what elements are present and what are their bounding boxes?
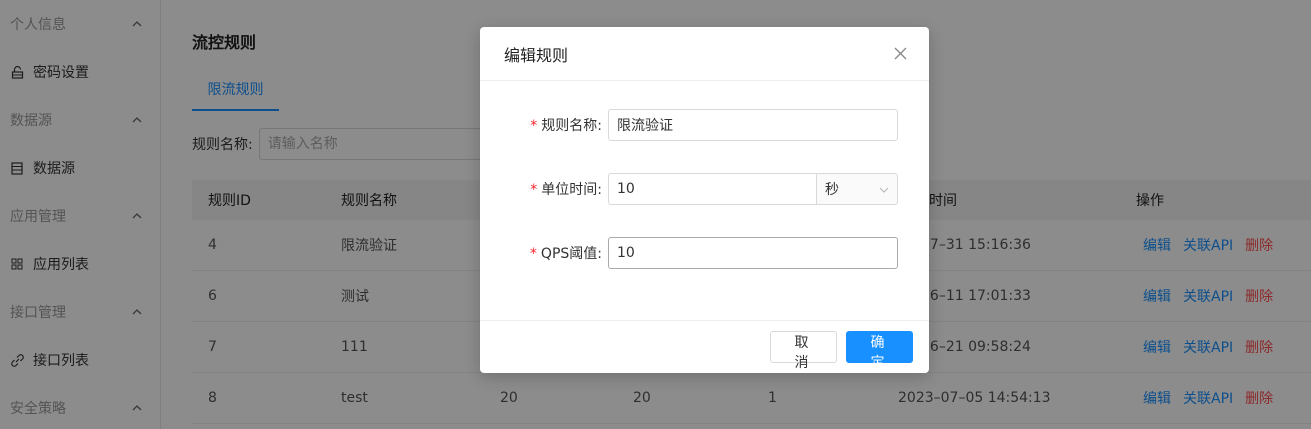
required-mark: * bbox=[530, 118, 538, 134]
rule-name-label-text: 规则名称: bbox=[541, 118, 602, 134]
required-mark: * bbox=[529, 246, 537, 262]
close-icon[interactable] bbox=[893, 47, 907, 61]
edit-rule-dialog: 编辑规则 *规则名称: *单位时间: 秒 *QPS阈值: 取 消 确 定 bbox=[480, 27, 929, 373]
dialog-header: 编辑规则 bbox=[480, 27, 929, 81]
dialog-footer: 取 消 确 定 bbox=[480, 320, 929, 373]
rule-name-field[interactable] bbox=[608, 109, 898, 141]
form-row-qps: * QPS阈值: bbox=[480, 237, 929, 269]
qps-label-text: QPS阈值: bbox=[540, 246, 602, 262]
unit-time-label-text: 单位时间: bbox=[541, 182, 602, 198]
time-unit-value: 秒 bbox=[825, 182, 839, 198]
dialog-title: 编辑规则 bbox=[504, 45, 569, 65]
unit-time-group: 秒 bbox=[608, 173, 898, 205]
chevron-down-icon bbox=[879, 181, 889, 197]
qps-threshold-field[interactable] bbox=[608, 237, 898, 269]
unit-time-label: * 单位时间: bbox=[480, 179, 608, 199]
form-row-unit-time: *单位时间: 秒 bbox=[480, 173, 929, 205]
time-unit-select[interactable]: 秒 bbox=[816, 173, 898, 205]
rule-name-label: * 规则名称: bbox=[480, 115, 608, 135]
unit-time-field[interactable] bbox=[608, 173, 816, 205]
required-mark: * bbox=[530, 182, 538, 198]
qps-label: * QPS阈值: bbox=[480, 243, 608, 263]
cancel-button[interactable]: 取 消 bbox=[770, 331, 837, 371]
confirm-button[interactable]: 确 定 bbox=[846, 331, 913, 371]
form-row-rule-name: * 规则名称: bbox=[480, 109, 929, 141]
